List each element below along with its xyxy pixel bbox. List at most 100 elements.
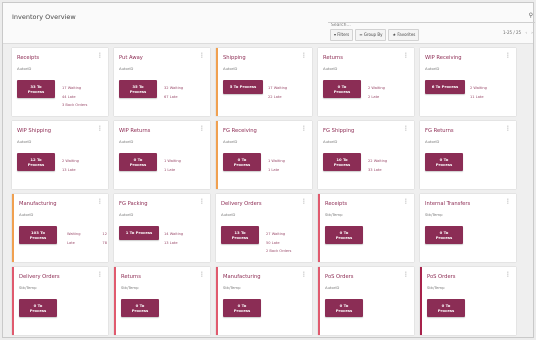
operation-card[interactable]: Manufacturing Stk/Temp ⋮ 0 To Process xyxy=(216,267,312,335)
to-process-button[interactable]: 13 To Process xyxy=(221,226,259,244)
chevron-right-icon[interactable]: › xyxy=(531,30,533,35)
stat-link[interactable]: 1 Late xyxy=(268,166,285,175)
kebab-menu-icon[interactable]: ⋮ xyxy=(97,199,103,205)
kebab-menu-icon[interactable]: ⋮ xyxy=(403,126,409,132)
stat-link[interactable]: 17 Waiting xyxy=(62,84,87,93)
to-process-button[interactable]: 103 To Process xyxy=(19,226,57,244)
stat-link[interactable]: 13 Late xyxy=(164,239,183,248)
stat-link[interactable]: 1 Waiting xyxy=(268,157,285,166)
kebab-menu-icon[interactable]: ⋮ xyxy=(301,199,307,205)
card-title[interactable]: Delivery Orders xyxy=(19,274,60,280)
kebab-menu-icon[interactable]: ⋮ xyxy=(505,272,511,278)
operation-card[interactable]: Receipts Stk/Temp ⋮ 0 To Process xyxy=(318,194,414,262)
kebab-menu-icon[interactable]: ⋮ xyxy=(505,126,511,132)
operation-card[interactable]: Receipts AutoriD ⋮ 33 To Process 17 Waiting 4… xyxy=(12,48,108,116)
to-process-button[interactable]: 0 To Process xyxy=(119,153,157,171)
operation-card[interactable]: FG Returns AutoriD ⋮ 0 To Process xyxy=(420,121,516,189)
to-process-button[interactable]: 0 To Process xyxy=(223,153,261,171)
stat-link[interactable]: 33 Late xyxy=(368,166,387,175)
to-process-button[interactable]: 33 To Process xyxy=(17,80,55,98)
filters-button[interactable]: ▾ Filters xyxy=(330,29,354,41)
card-title[interactable]: WIP Receiving xyxy=(425,55,462,61)
card-title[interactable]: Put Away xyxy=(119,55,143,61)
to-process-button[interactable]: 6 To Process xyxy=(425,80,465,94)
kebab-menu-icon[interactable]: ⋮ xyxy=(301,126,307,132)
stat-link[interactable]: 14 Waiting xyxy=(164,230,183,239)
stat-link[interactable]: 32 Waiting xyxy=(164,84,183,93)
card-title[interactable]: Receipts xyxy=(17,55,39,61)
to-process-button[interactable]: 0 To Process xyxy=(19,299,57,317)
kebab-menu-icon[interactable]: ⋮ xyxy=(199,272,205,278)
search-icon[interactable]: ⚲ xyxy=(529,12,533,19)
kebab-menu-icon[interactable]: ⋮ xyxy=(97,126,103,132)
card-title[interactable]: FG Shipping xyxy=(323,128,354,134)
group-by-button[interactable]: ≡ Group By xyxy=(355,29,387,41)
stat-link[interactable]: 27 Waiting xyxy=(266,230,291,239)
stat-link[interactable]: 44 Late xyxy=(62,93,87,102)
card-title[interactable]: Internal Transfers xyxy=(425,201,470,207)
stat-link[interactable]: 22 Late xyxy=(268,93,287,102)
kebab-menu-icon[interactable]: ⋮ xyxy=(403,199,409,205)
operation-card[interactable]: Put Away AutoriD ⋮ 35 To Process 32 Waiting 6… xyxy=(114,48,210,116)
stat-link[interactable]: 67 Late xyxy=(164,93,183,102)
card-title[interactable]: FG Packing xyxy=(119,201,148,207)
stat-link[interactable]: 2 Waiting xyxy=(368,84,385,93)
to-process-button[interactable]: 35 To Process xyxy=(119,80,157,98)
operation-card[interactable]: Returns Stk/Temp ⋮ 0 To Process xyxy=(114,267,210,335)
stat-row[interactable]: Waiting 12 xyxy=(67,230,107,239)
operation-card[interactable]: FG Receiving AutoriD ⋮ 0 To Process 1 Waitin… xyxy=(216,121,312,189)
operation-card[interactable]: Delivery Orders AutoriD ⋮ 13 To Process 27 W… xyxy=(216,194,312,262)
card-title[interactable]: Delivery Orders xyxy=(221,201,262,207)
to-process-button[interactable]: 0 To Process xyxy=(325,226,363,244)
kebab-menu-icon[interactable]: ⋮ xyxy=(97,53,103,59)
stat-link[interactable]: 2 Waiting xyxy=(470,84,487,93)
card-title[interactable]: Manufacturing xyxy=(223,274,261,280)
card-title[interactable]: FG Returns xyxy=(425,128,454,134)
stat-link[interactable]: 17 Waiting xyxy=(268,84,287,93)
to-process-button[interactable]: 0 To Process xyxy=(325,299,363,317)
favorites-button[interactable]: ★ Favorites xyxy=(388,29,420,41)
stat-link[interactable]: 13 Late xyxy=(62,166,79,175)
card-title[interactable]: FG Receiving xyxy=(223,128,257,134)
chevron-left-icon[interactable]: ‹ xyxy=(525,30,527,35)
stat-link[interactable]: 1 Late xyxy=(164,166,181,175)
pager-value[interactable]: 1-25 / 25 xyxy=(503,30,521,35)
to-process-button[interactable]: 10 To Process xyxy=(323,153,361,171)
card-title[interactable]: PoS Orders xyxy=(427,274,456,280)
kebab-menu-icon[interactable]: ⋮ xyxy=(505,199,511,205)
operation-card[interactable]: Internal Transfers Stk/Temp ⋮ 0 To Process xyxy=(420,194,516,262)
operation-card[interactable]: PoS Orders Stk/Temp ⋮ 0 To Process xyxy=(420,267,516,335)
to-process-button[interactable]: 1 To Process xyxy=(119,226,159,240)
to-process-button[interactable]: 0 To Process xyxy=(323,80,361,98)
stat-link[interactable]: 2 Waiting xyxy=(62,157,79,166)
card-title[interactable]: WIP Returns xyxy=(119,128,150,134)
stat-link[interactable]: 11 Late xyxy=(470,93,487,102)
to-process-button[interactable]: 0 To Process xyxy=(121,299,159,317)
kebab-menu-icon[interactable]: ⋮ xyxy=(199,199,205,205)
card-title[interactable]: Manufacturing xyxy=(19,201,57,207)
card-title[interactable]: WIP Shipping xyxy=(17,128,51,134)
card-title[interactable]: Shipping xyxy=(223,55,246,61)
card-title[interactable]: Receipts xyxy=(325,201,347,207)
operation-card[interactable]: FG Packing AutoriD ⋮ 1 To Process 14 Waiting… xyxy=(114,194,210,262)
stat-link[interactable]: 1 Waiting xyxy=(164,157,181,166)
kebab-menu-icon[interactable]: ⋮ xyxy=(403,53,409,59)
operation-card[interactable]: WIP Returns AutoriD ⋮ 0 To Process 1 Waiting… xyxy=(114,121,210,189)
operation-card[interactable]: Shipping AutoriD ⋮ 5 To Process 17 Waiting 22… xyxy=(216,48,312,116)
stat-link[interactable]: 2 Back Orders xyxy=(266,247,291,256)
operation-card[interactable]: WIP Shipping AutoriD ⋮ 12 To Process 2 Waiti… xyxy=(12,121,108,189)
operation-card[interactable]: Returns AutoriD ⋮ 0 To Process 2 Waiting 2 La… xyxy=(318,48,414,116)
to-process-button[interactable]: 0 To Process xyxy=(427,299,465,317)
kebab-menu-icon[interactable]: ⋮ xyxy=(97,272,103,278)
to-process-button[interactable]: 0 To Process xyxy=(425,226,463,244)
operation-card[interactable]: Delivery Orders Stk/Temp ⋮ 0 To Process xyxy=(12,267,108,335)
card-title[interactable]: Returns xyxy=(121,274,141,280)
stat-link[interactable]: 3 Back Orders xyxy=(62,101,87,110)
stat-link[interactable]: 2 Late xyxy=(368,93,385,102)
stat-row[interactable]: Late 78 xyxy=(67,239,107,248)
to-process-button[interactable]: 0 To Process xyxy=(425,153,463,171)
operation-card[interactable]: FG Shipping AutoriD ⋮ 10 To Process 22 Waiti… xyxy=(318,121,414,189)
to-process-button[interactable]: 5 To Process xyxy=(223,80,263,94)
kebab-menu-icon[interactable]: ⋮ xyxy=(301,53,307,59)
kebab-menu-icon[interactable]: ⋮ xyxy=(403,272,409,278)
